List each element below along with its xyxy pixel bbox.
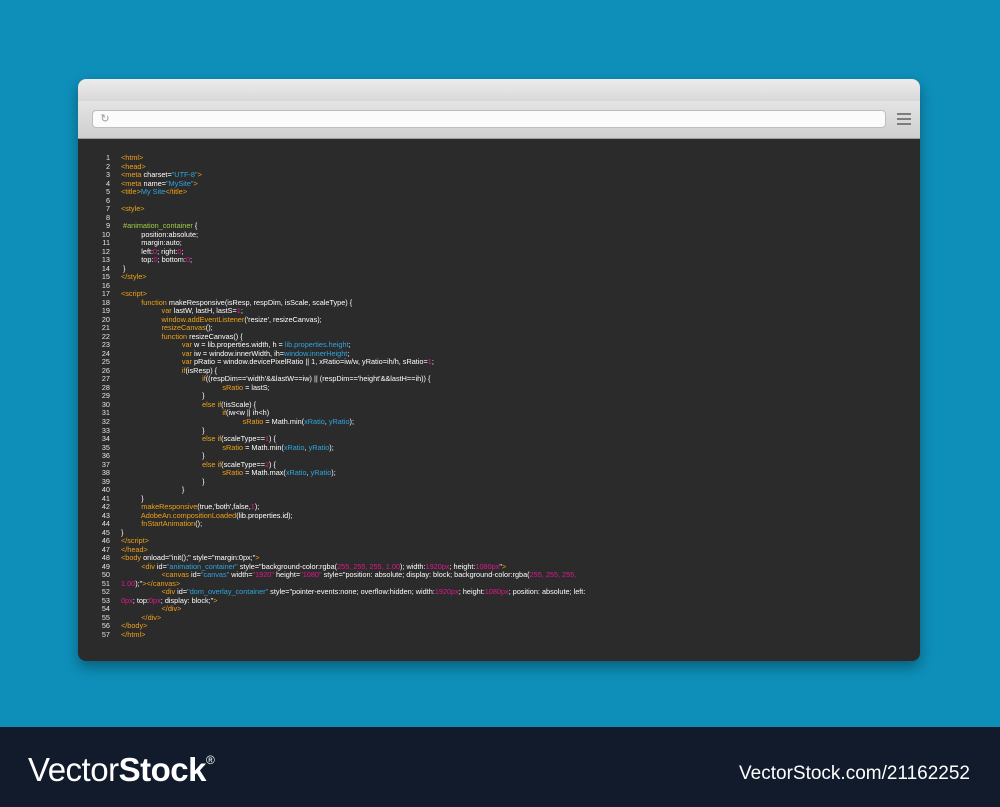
code-line: 7 <style> (78, 204, 920, 214)
code-line: 13 top:0; bottom:0; (78, 255, 920, 265)
code-line: 6 (78, 196, 920, 206)
hamburger-menu-icon[interactable] (897, 113, 911, 125)
code-line: 56 </body> (78, 622, 920, 631)
image-id: VectorStock.com/21162252 (739, 763, 970, 784)
code-line: 50 <canvas id="canvas" width="1920" heig… (78, 571, 920, 580)
code-line: 4 <meta name="MySite"> (78, 179, 920, 189)
code-text: <style> (121, 204, 145, 214)
reload-icon[interactable]: ↻ (99, 113, 111, 125)
code-line: 53 0px; top:0px; display: block;"> (78, 596, 920, 606)
code-line: 57 </html> (78, 629, 920, 640)
line-number: 57 (101, 629, 110, 639)
logo-bold-text: Stock (118, 751, 207, 788)
code-line: 15 </style> (78, 272, 920, 282)
title-bar (78, 79, 920, 102)
code-line: 46 </script> (78, 536, 920, 546)
code-line: 3 <meta charset="UTF-8"> (78, 170, 920, 180)
vectorstock-logo: VectorStock® (28, 751, 215, 789)
code-line: 2 <head> (78, 162, 920, 172)
code-line: 9 #animation_container { (78, 221, 920, 231)
code-line: 54 </div> (78, 605, 920, 614)
code-line: 14 } (78, 264, 920, 274)
code-text: </style> (121, 272, 147, 282)
code-text: fnStartAnimation(); (141, 519, 203, 529)
code-text: </html> (121, 629, 146, 639)
code-line: 39 } (78, 477, 920, 487)
code-editor: 1 <html> 2 <head> 3 <meta charset="UTF-8"> 4 <m… (78, 153, 920, 640)
code-line: 55 </div> (78, 613, 920, 623)
code-line: 10 position:absolute; (78, 230, 920, 240)
code-line: 8 (78, 213, 920, 223)
address-bar[interactable]: ↻ (92, 110, 886, 128)
browser-toolbar: ↻ (78, 101, 920, 139)
code-line: 16 (78, 281, 920, 291)
logo-regular-text: Vector (28, 751, 119, 788)
registered-mark: ® (205, 753, 215, 767)
code-text: <canvas id="canvas" width="1920" height=… (161, 570, 577, 580)
code-line: 5 <title>My Site</title> (78, 187, 920, 197)
code-text: top:0; bottom:0; (121, 255, 192, 265)
code-line: 40 } (78, 486, 920, 495)
code-text: <title>My Site</title> (121, 187, 188, 197)
code-line: 11 margin:auto; (78, 239, 920, 248)
code-line: 45} (78, 528, 920, 538)
watermark-footer: VectorStock® VectorStock.com/21162252 (0, 727, 1000, 807)
code-line: 43 AdobeAn.compositionLoaded(lib.propert… (78, 511, 920, 521)
code-line: 44 fnStartAnimation(); (78, 519, 920, 529)
code-line: 12 left:0; right:0; (78, 247, 920, 257)
code-line: 1 <html> (78, 153, 920, 163)
browser-window: ↻ 1 <html> 2 <head> 3 <meta charset="UTF-8"> 4… (78, 79, 920, 661)
